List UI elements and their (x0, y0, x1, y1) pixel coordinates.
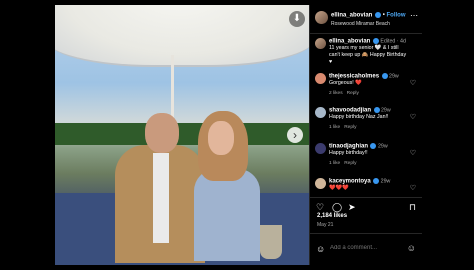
heart-icon[interactable]: ♡ (410, 149, 416, 157)
post-date: May 21 (317, 222, 334, 228)
comment-text: ❤️❤️❤️ (329, 185, 349, 192)
comment-username[interactable]: kaceymontoya (329, 178, 371, 184)
heart-icon[interactable]: ♡ (410, 79, 416, 87)
avatar[interactable] (315, 178, 326, 189)
verified-icon (375, 12, 382, 18)
verified-icon (373, 178, 380, 184)
comment-username[interactable]: tinaodjaghian (329, 143, 368, 149)
comment-text: Happy birthday!! (329, 150, 368, 157)
comment-icon[interactable]: ◯ (332, 202, 342, 212)
emoji-picker-icon[interactable]: ☺ (407, 243, 416, 253)
verified-icon (381, 73, 388, 79)
header-username[interactable]: ellina_abovian (331, 13, 372, 19)
avatar[interactable] (315, 73, 326, 84)
comment-time: 29w (380, 178, 391, 185)
verified-icon (372, 38, 379, 44)
caption-username[interactable]: ellina_abovian (329, 38, 370, 44)
avatar[interactable] (315, 143, 326, 154)
reply-button[interactable]: Reply (344, 125, 356, 130)
comment-time: 29w (377, 143, 388, 150)
verified-icon (370, 143, 377, 149)
likes-count[interactable]: 2,184 likes (317, 213, 347, 219)
comment-username[interactable]: shavoodadjian (329, 107, 371, 113)
comment-text: Gorgeous! ❤️ (329, 80, 362, 87)
comment-likes[interactable]: 1 like (329, 161, 340, 166)
comment-username[interactable]: thejessicaholmes (329, 73, 379, 79)
location-link[interactable]: Rosewood Miramar Beach (331, 21, 390, 27)
avatar[interactable] (315, 11, 328, 24)
comment-text: Happy birthday Naz Jan!! (329, 114, 389, 121)
emoji-icon[interactable]: ☺ (316, 244, 325, 254)
caption-text: 11 years my senior 🤍 & I still can't kee… (329, 45, 407, 66)
caption-time: Edited · 4d (380, 38, 406, 45)
wine-glass (260, 225, 282, 259)
post-header: ellina_abovian • Follow Rosewood Miramar… (310, 5, 422, 34)
verified-icon (373, 107, 380, 113)
download-icon[interactable]: ⬇ (289, 11, 305, 27)
next-image-icon[interactable]: › (287, 127, 303, 143)
post-photo[interactable]: ⬇ › (55, 5, 309, 265)
share-icon[interactable]: ➤ (348, 202, 356, 212)
heart-icon[interactable]: ♡ (410, 113, 416, 121)
add-comment-bar: ☺ ☺ (310, 233, 422, 266)
action-bar: ♡ ◯ ➤ ⊓ (310, 197, 422, 213)
post-sidebar: ellina_abovian • Follow Rosewood Miramar… (309, 5, 422, 265)
comment-time: 29w (389, 73, 399, 80)
comment-time: 29w (380, 107, 391, 114)
like-icon[interactable]: ♡ (316, 202, 324, 212)
comment-likes[interactable]: 2 likes (329, 91, 343, 96)
comments-list: ellina_abovian Edited · 4d 11 years my s… (310, 35, 422, 195)
umbrella-shape (55, 5, 309, 67)
instagram-post-modal: ⬇ › ellina_abovian • Follow Rosewood Mir… (55, 5, 422, 265)
heart-icon[interactable]: ♡ (410, 184, 416, 192)
reply-button[interactable]: Reply (347, 91, 359, 96)
follow-button[interactable]: Follow (386, 13, 405, 19)
save-icon[interactable]: ⊓ (409, 202, 416, 212)
reply-button[interactable]: Reply (344, 161, 356, 166)
woman-figure (190, 111, 270, 261)
more-options-icon[interactable]: ⋯ (410, 11, 418, 20)
avatar[interactable] (315, 38, 326, 49)
avatar[interactable] (315, 107, 326, 118)
comment-likes[interactable]: 1 like (329, 125, 340, 130)
comment-input[interactable] (330, 245, 400, 251)
